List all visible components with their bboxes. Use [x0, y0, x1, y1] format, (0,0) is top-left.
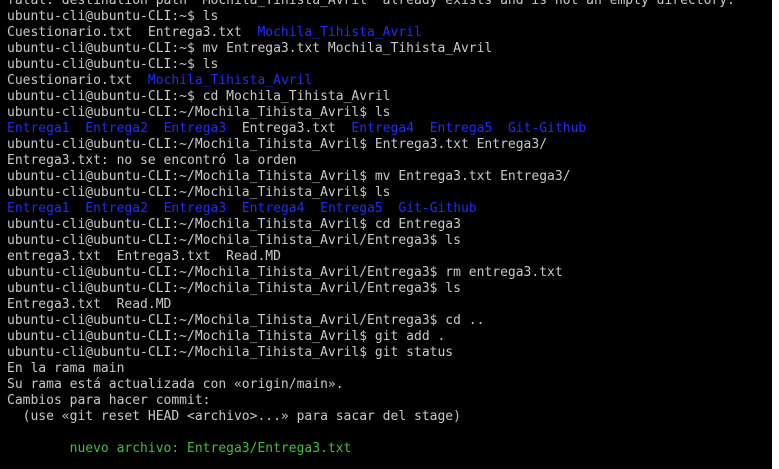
- terminal-text: En la rama main: [7, 361, 125, 376]
- directory-name: Entrega4: [351, 121, 415, 136]
- terminal-text: Cuestionario.txt Entrega3.txt: [7, 25, 258, 40]
- terminal-line: Su rama está actualizada con «origin/mai…: [7, 377, 772, 393]
- terminal-text: ubuntu-cli@ubuntu-CLI:~/Mochila_Tihista_…: [7, 105, 391, 120]
- terminal-line: Entrega3.txt Read.MD: [7, 297, 772, 313]
- terminal-line: ubuntu-cli@ubuntu-CLI:~/Mochila_Tihista_…: [7, 105, 772, 121]
- terminal-text: Entrega3.txt: [226, 121, 352, 136]
- terminal-text: ubuntu-cli@ubuntu-CLI:~/Mochila_Tihista_…: [7, 329, 446, 344]
- terminal-text: ubuntu-cli@ubuntu-CLI:~$ cd Mochila_Tihi…: [7, 89, 391, 104]
- directory-name: Entrega4: [241, 201, 305, 216]
- terminal-text: Entrega3.txt Read.MD: [7, 297, 172, 312]
- terminal-text: entrega3.txt Entrega3.txt Read.MD: [7, 249, 281, 264]
- terminal-line: ubuntu-cli@ubuntu-CLI:~/Mochila_Tihista_…: [7, 265, 772, 281]
- terminal-text: ubuntu-cli@ubuntu-CLI:~$ ls: [7, 57, 219, 72]
- terminal-text: ubuntu-cli@ubuntu-CLI:~$ mv Entrega3.txt…: [7, 41, 493, 56]
- directory-name: Entrega5: [320, 201, 383, 216]
- terminal-line: ubuntu-cli@ubuntu-CLI:~/Mochila_Tihista_…: [7, 313, 772, 329]
- staged-file-entry: nuevo archivo: Entrega3/Entrega3.txt: [7, 441, 352, 456]
- terminal-text: ubuntu-cli@ubuntu-CLI:~/Mochila_Tihista_…: [7, 265, 563, 280]
- terminal-line: ubuntu-cli@ubuntu-CLI:~/Mochila_Tihista_…: [7, 233, 772, 249]
- terminal-window[interactable]: fatal: destination path 'Mochila_Tihista…: [0, 0, 772, 469]
- terminal-text: ubuntu-cli@ubuntu-CLI:~/Mochila_Tihista_…: [7, 345, 454, 360]
- terminal-text: Cuestionario.txt: [7, 73, 148, 88]
- terminal-text: ubuntu-cli@ubuntu-CLI:~/Mochila_Tihista_…: [7, 169, 571, 184]
- terminal-line: nuevo archivo: Entrega3/Entrega3.txt: [7, 441, 772, 457]
- terminal-line: En la rama main: [7, 361, 772, 377]
- terminal-text: ubuntu-cli@ubuntu-CLI:~/Mochila_Tihista_…: [7, 217, 461, 232]
- terminal-text: Su rama está actualizada con «origin/mai…: [7, 377, 344, 392]
- terminal-text: ubuntu-cli@ubuntu-CLI:~/Mochila_Tihista_…: [7, 233, 461, 248]
- terminal-line: (use «git reset HEAD <archivo>...» para …: [7, 409, 772, 425]
- terminal-line: ubuntu-cli@ubuntu-CLI:~/Mochila_Tihista_…: [7, 345, 772, 361]
- terminal-line: Cambios para hacer commit:: [7, 393, 772, 409]
- terminal-line: ubuntu-cli@ubuntu-CLI:~$ ls: [7, 9, 772, 25]
- terminal-line: ubuntu-cli@ubuntu-CLI:~$ cd Mochila_Tihi…: [7, 89, 772, 105]
- terminal-line: ubuntu-cli@ubuntu-CLI:~/Mochila_Tihista_…: [7, 137, 772, 153]
- terminal-line: ubuntu-cli@ubuntu-CLI:~/Mochila_Tihista_…: [7, 281, 772, 297]
- directory-name: Entrega3: [163, 201, 227, 216]
- terminal-line: entrega3.txt Entrega3.txt Read.MD: [7, 249, 772, 265]
- terminal-line: ubuntu-cli@ubuntu-CLI:~/Mochila_Tihista_…: [7, 185, 772, 201]
- terminal-line: ubuntu-cli@ubuntu-CLI:~/Mochila_Tihista_…: [7, 329, 772, 345]
- terminal-text: ubuntu-cli@ubuntu-CLI:~/Mochila_Tihista_…: [7, 137, 548, 152]
- directory-name: Entrega1: [7, 121, 70, 136]
- terminal-line: ubuntu-cli@ubuntu-CLI:~$ mv Entrega3.txt…: [7, 41, 772, 57]
- directory-name: Mochila_Tihista_Avril: [257, 25, 422, 40]
- scrollbar[interactable]: [772, 0, 779, 469]
- directory-name: Mochila_Tihista_Avril: [147, 73, 313, 88]
- terminal-text: ubuntu-cli@ubuntu-CLI:~/Mochila_Tihista_…: [7, 185, 391, 200]
- directory-name: Entrega2: [85, 121, 148, 136]
- terminal-text: fatal: destination path 'Mochila_Tihista…: [7, 0, 735, 8]
- terminal-line: ubuntu-cli@ubuntu-CLI:~/Mochila_Tihista_…: [7, 217, 772, 233]
- directory-name: Entrega1: [7, 201, 70, 216]
- directory-name: Entrega3: [163, 121, 227, 136]
- terminal-text: ubuntu-cli@ubuntu-CLI:~$ ls: [7, 9, 219, 24]
- terminal-text: (use «git reset HEAD <archivo>...» para …: [7, 409, 461, 424]
- terminal-text: ubuntu-cli@ubuntu-CLI:~/Mochila_Tihista_…: [7, 313, 485, 328]
- terminal-line: fatal: destination path 'Mochila_Tihista…: [7, 0, 772, 9]
- terminal-output: fatal: destination path 'Mochila_Tihista…: [7, 0, 772, 457]
- terminal-text: Entrega3.txt: no se encontró la orden: [7, 153, 297, 168]
- terminal-line: Cuestionario.txt Entrega3.txt Mochila_Ti…: [7, 25, 772, 41]
- terminal-line: Entrega1 Entrega2 Entrega3 Entrega4 Entr…: [7, 201, 772, 217]
- directory-name: Git-Github: [507, 121, 587, 136]
- directory-name: Entrega5: [429, 121, 493, 136]
- terminal-line: ubuntu-cli@ubuntu-CLI:~$ ls: [7, 57, 772, 73]
- directory-name: Git-Github: [398, 201, 477, 216]
- terminal-text: Cambios para hacer commit:: [7, 393, 211, 408]
- terminal-text: ubuntu-cli@ubuntu-CLI:~/Mochila_Tihista_…: [7, 281, 461, 296]
- terminal-line: ubuntu-cli@ubuntu-CLI:~/Mochila_Tihista_…: [7, 169, 772, 185]
- directory-name: Entrega2: [85, 201, 148, 216]
- terminal-line: Cuestionario.txt Mochila_Tihista_Avril: [7, 73, 772, 89]
- terminal-line: Entrega1 Entrega2 Entrega3 Entrega3.txt …: [7, 121, 772, 137]
- terminal-line: Entrega3.txt: no se encontró la orden: [7, 153, 772, 169]
